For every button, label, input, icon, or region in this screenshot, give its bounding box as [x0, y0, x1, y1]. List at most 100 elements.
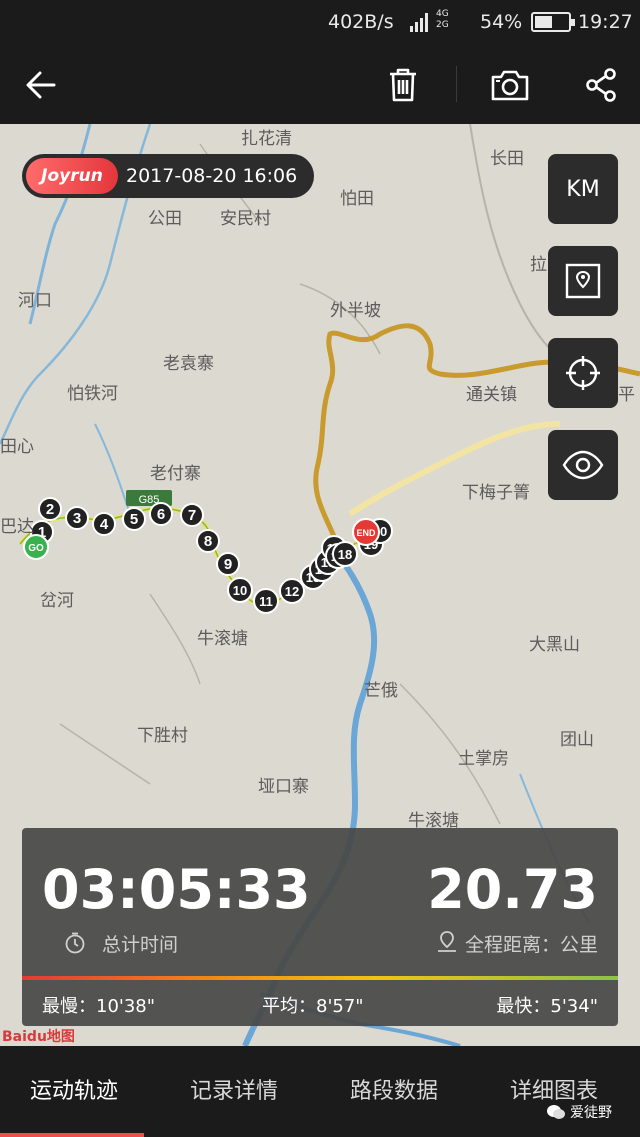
signal-icon	[410, 13, 428, 32]
record-info-pill: Joyrun 2017-08-20 16:06	[22, 154, 314, 198]
place-label: 公田	[148, 209, 182, 229]
svg-text:6: 6	[157, 506, 165, 523]
place-label: 怕田	[340, 189, 374, 209]
network-speed: 402B/s	[328, 11, 394, 33]
delete-button[interactable]	[378, 60, 428, 110]
split-marker-8[interactable]: 8	[196, 529, 220, 553]
svg-text:11: 11	[259, 594, 273, 609]
place-label: 老袁寨	[163, 354, 214, 374]
wechat-icon	[547, 1105, 565, 1119]
tab-track[interactable]: 运动轨迹	[30, 1073, 118, 1105]
svg-text:4: 4	[100, 516, 109, 533]
unit-toggle-button[interactable]: KM	[548, 154, 618, 224]
split-marker-10[interactable]: 10	[227, 577, 253, 603]
clock: 19:27	[578, 11, 633, 33]
active-tab-indicator	[0, 1133, 144, 1137]
split-marker-7[interactable]: 7	[180, 503, 204, 527]
svg-text:5: 5	[130, 511, 138, 528]
split-marker-4[interactable]: 4	[92, 512, 116, 536]
split-markers: 1 2 3 4 5 6 7 8 9 10 11 12 13 14 15 16 1…	[23, 497, 393, 614]
duration-label: 总计时间	[102, 934, 179, 956]
map-type-button[interactable]	[548, 246, 618, 316]
place-label: 拉	[530, 255, 547, 275]
place-label: 芒俄	[364, 681, 398, 701]
split-marker-6[interactable]: 6	[149, 502, 173, 526]
svg-text:10: 10	[233, 583, 247, 598]
svg-text:7: 7	[188, 507, 196, 524]
place-label: 土掌房	[458, 749, 509, 769]
start-marker[interactable]: GO	[23, 534, 49, 560]
split-marker-9[interactable]: 9	[216, 552, 240, 576]
watermark: 爱徒野	[546, 1102, 612, 1122]
place-label: 安民村	[220, 209, 271, 229]
bottom-tab-bar: 运动轨迹 记录详情 路段数据 详细图表	[0, 1047, 640, 1137]
svg-text:9: 9	[224, 556, 232, 573]
battery-percent: 54%	[480, 11, 523, 33]
place-label: 下胜村	[137, 726, 188, 746]
distance-label: 全程距离：公里	[464, 934, 598, 956]
place-label: 垭口寨	[258, 777, 309, 797]
eye-icon	[562, 450, 604, 480]
trash-icon	[390, 68, 416, 102]
back-button[interactable]	[16, 60, 66, 110]
place-label: 长田	[490, 149, 524, 169]
summary-panel: 03:05:33 20.73 总计时间 全程距离：公里 最慢：10'38" 平均…	[22, 828, 618, 1026]
locate-button[interactable]	[548, 338, 618, 408]
camera-button[interactable]	[485, 60, 535, 110]
location-pin-icon	[438, 931, 456, 952]
split-marker-5[interactable]: 5	[122, 507, 146, 531]
joyrun-logo: Joyrun	[26, 158, 118, 194]
toolbar-divider	[456, 66, 457, 102]
baidu-map-logo: Baidu地图	[2, 1029, 75, 1045]
watermark-text: 爱徒野	[570, 1105, 612, 1121]
visibility-button[interactable]	[548, 430, 618, 500]
stopwatch-icon	[65, 932, 85, 954]
split-marker-12[interactable]: 12	[279, 578, 305, 604]
place-label: 怕铁河	[67, 384, 118, 404]
place-label: 下梅子箐	[462, 483, 530, 503]
place-label: 平	[618, 385, 635, 405]
svg-text:3: 3	[73, 510, 81, 527]
total-distance: 20.73	[427, 858, 598, 921]
tab-segment-data[interactable]: 路段数据	[350, 1073, 438, 1105]
place-label: 田心	[0, 437, 34, 457]
tab-record-details[interactable]: 记录详情	[190, 1073, 278, 1105]
average-pace: 平均：8'57"	[262, 996, 364, 1017]
crosshair-icon	[566, 356, 600, 390]
network-type: 4G 2G	[436, 9, 449, 30]
place-label: 通关镇	[466, 385, 517, 405]
tab-detailed-charts[interactable]: 详细图表	[510, 1073, 598, 1105]
split-marker-3[interactable]: 3	[65, 506, 89, 530]
split-marker-2[interactable]: 2	[38, 497, 62, 521]
end-marker[interactable]: END	[352, 518, 380, 546]
svg-text:GO: GO	[28, 543, 44, 554]
split-marker-11[interactable]: 11	[253, 588, 279, 614]
place-label: 岔河	[40, 591, 74, 611]
place-label: 巴达	[0, 517, 34, 537]
split-marker-18[interactable]: 18	[332, 541, 358, 567]
svg-text:END: END	[356, 528, 376, 538]
svg-text:2: 2	[46, 501, 54, 518]
record-datetime: 2017-08-20 16:06	[126, 165, 298, 187]
slowest-pace: 最慢：10'38"	[42, 996, 156, 1017]
pace-gradient-bar	[22, 976, 618, 980]
arrow-left-icon	[26, 71, 56, 99]
top-toolbar	[0, 46, 640, 124]
place-label: 老付寨	[150, 464, 201, 484]
share-button[interactable]	[576, 60, 626, 110]
battery-icon	[531, 12, 575, 32]
svg-text:8: 8	[204, 533, 212, 550]
place-label: 大黑山	[529, 635, 580, 655]
total-duration: 03:05:33	[42, 858, 311, 921]
map-pin-icon	[565, 263, 601, 299]
svg-text:12: 12	[285, 584, 299, 599]
place-label: 牛滚塘	[197, 629, 248, 649]
place-label: 外半坡	[330, 301, 381, 321]
place-label: 河口	[18, 291, 52, 311]
fastest-pace: 最快：5'34"	[496, 996, 598, 1017]
share-icon	[586, 68, 616, 102]
camera-icon	[491, 70, 529, 101]
svg-text:18: 18	[338, 547, 352, 562]
place-label: 团山	[560, 730, 594, 750]
place-label: 扎花清	[241, 129, 292, 149]
